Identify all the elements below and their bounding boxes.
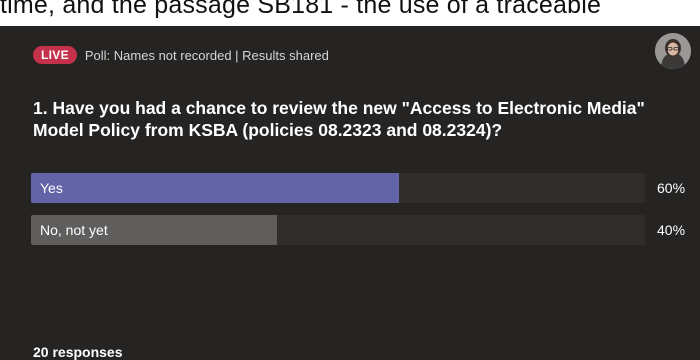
option-label: Yes: [40, 180, 63, 196]
option-label: No, not yet: [40, 222, 108, 238]
option-percent: 40%: [657, 222, 686, 238]
avatar-photo-icon: [655, 33, 691, 69]
response-count: 20 responses: [33, 344, 123, 360]
option-track: No, not yet: [31, 215, 645, 245]
poll-card: LIVE Poll: Names not recorded | Results …: [0, 26, 700, 360]
user-avatar[interactable]: [655, 33, 691, 69]
option-percent: 60%: [657, 180, 686, 196]
poll-option-no-not-yet: No, not yet 40%: [31, 215, 700, 245]
poll-header: LIVE Poll: Names not recorded | Results …: [33, 46, 329, 64]
poll-privacy-info: Poll: Names not recorded | Results share…: [84, 47, 329, 63]
poll-option-yes: Yes 60%: [31, 173, 700, 203]
option-result-bar: [31, 173, 399, 203]
poll-question: 1. Have you had a chance to review the n…: [33, 98, 645, 140]
background-slide-text: time, and the passage SB181 - the use of…: [0, 0, 602, 19]
live-badge: LIVE: [33, 46, 77, 64]
option-track: Yes: [31, 173, 645, 203]
background-slide-text-strip: time, and the passage SB181 - the use of…: [0, 0, 700, 26]
